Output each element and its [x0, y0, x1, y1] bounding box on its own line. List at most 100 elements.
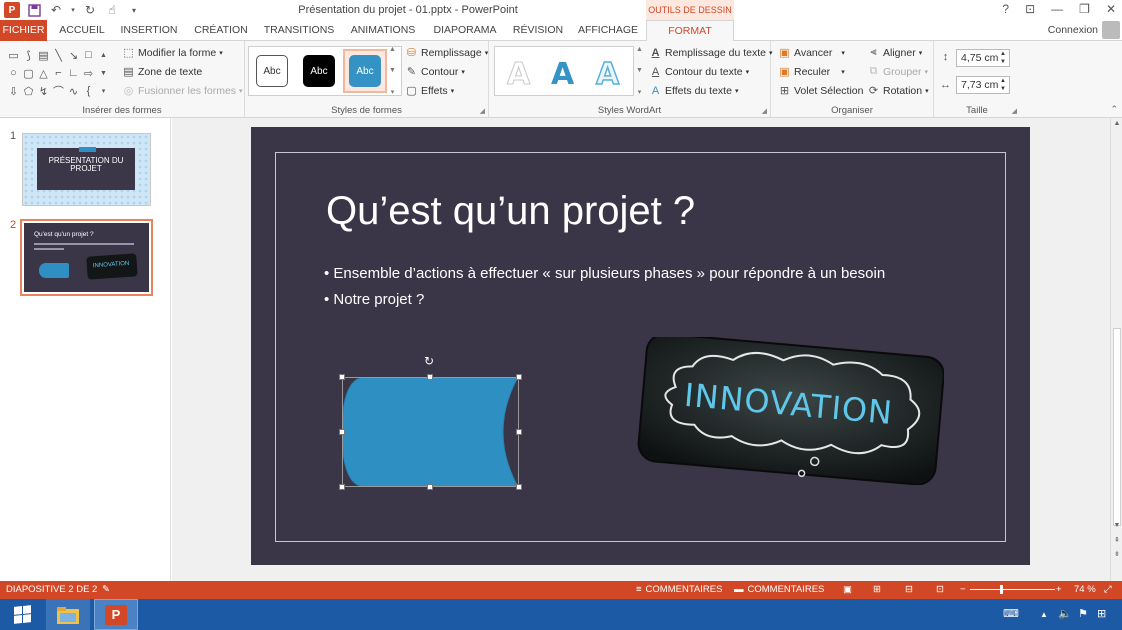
slide-title[interactable]: Qu’est qu’un projet ?	[326, 189, 695, 234]
fit-to-window-icon[interactable]: ⤢	[1104, 584, 1112, 595]
scrollbar-thumb[interactable]	[1113, 328, 1121, 526]
oval-shape-icon[interactable]: ○	[6, 64, 21, 82]
more-styles-icon[interactable]: ▾	[638, 88, 642, 96]
shape-style-black[interactable]: Abc	[303, 55, 335, 87]
shape-outline-button[interactable]: ✎ Contour ▾	[405, 65, 465, 79]
brace-shape-icon[interactable]: {	[81, 82, 96, 100]
text-effects-button[interactable]: A Effets du texte ▾	[649, 84, 739, 97]
show-hidden-icons-icon[interactable]: ▲	[1040, 610, 1048, 619]
send-backward-button[interactable]: ▣ Reculer ▾	[778, 65, 844, 79]
scroll-up-icon[interactable]: ▲	[389, 46, 396, 53]
vertical-textbox-shape-icon[interactable]: ▤	[36, 46, 51, 64]
zoom-in-icon[interactable]: +	[1056, 584, 1062, 595]
tab-fichier[interactable]: FICHIER	[0, 20, 47, 41]
volume-icon[interactable]: 🔈	[1058, 607, 1072, 620]
resize-handle[interactable]	[427, 484, 433, 490]
slide-bullet[interactable]: • Notre projet ?	[324, 291, 424, 308]
resize-handle[interactable]	[516, 484, 522, 490]
keyboard-icon[interactable]: ⌨	[1003, 607, 1019, 620]
network-icon[interactable]: ⊞	[1097, 607, 1106, 620]
more-styles-icon[interactable]: ▾	[391, 88, 395, 96]
dialog-launcher-icon[interactable]: ◢	[762, 107, 767, 115]
action-center-flag-icon[interactable]: ⚑	[1078, 607, 1088, 620]
restore-icon[interactable]: ❐	[1079, 2, 1090, 16]
arc-shape-icon[interactable]: ⌒	[51, 82, 66, 100]
bring-forward-button[interactable]: ▣ Avancer ▾	[778, 46, 845, 60]
notes-button[interactable]: ≡ COMMENTAIRES	[636, 584, 722, 595]
shape-style-white[interactable]: Abc	[256, 55, 288, 87]
block-arrow-right-icon[interactable]: ⇨	[81, 64, 96, 82]
zoom-out-icon[interactable]: −	[960, 584, 966, 595]
user-avatar-icon[interactable]	[1102, 21, 1120, 39]
zoom-slider-thumb[interactable]	[1000, 585, 1003, 594]
text-outline-button[interactable]: A Contour du texte ▾	[649, 65, 749, 78]
tab-transitions[interactable]: TRANSITIONS	[261, 20, 337, 41]
slide-bullet[interactable]: • Ensemble d’actions à effectuer « sur p…	[324, 265, 885, 282]
shape-width-input[interactable]: 7,73 cm ▲ ▼	[956, 76, 1010, 94]
scroll-up-icon[interactable]: ▲	[1111, 120, 1122, 127]
wordart-style-blue[interactable]: A	[551, 57, 574, 92]
tab-diaporama[interactable]: DIAPORAMA	[429, 20, 501, 41]
windows-start-button[interactable]	[0, 599, 44, 630]
textbox-shape-icon[interactable]: ▭	[6, 46, 21, 64]
shape-fill-button[interactable]: ⛁ Remplissage ▾	[405, 46, 488, 60]
shape-style-blue[interactable]: Abc	[349, 55, 381, 87]
scroll-down-icon[interactable]: ▼	[636, 67, 643, 74]
next-slide-icon[interactable]: ⇟	[1111, 550, 1122, 558]
rectangle-shape-icon[interactable]: □	[81, 46, 96, 64]
gallery-down-icon[interactable]: ▼	[96, 64, 111, 82]
sign-in-link[interactable]: Connexion	[1048, 24, 1098, 36]
ribbon-display-options-icon[interactable]: ⊡	[1025, 2, 1035, 16]
spinner-icon[interactable]: ▲ ▼	[1000, 50, 1006, 66]
tab-revision[interactable]: RÉVISION	[509, 20, 567, 41]
normal-view-icon[interactable]: ▣	[843, 584, 852, 595]
slide-thumbnail-1[interactable]: PRÉSENTATION DU PROJET	[22, 133, 151, 206]
collapse-ribbon-icon[interactable]: ⌃	[1110, 104, 1118, 115]
modify-shape-button[interactable]: ⬚ Modifier la forme ▾	[122, 46, 222, 60]
spellcheck-icon[interactable]: ✎	[102, 584, 110, 595]
close-icon[interactable]: ✕	[1106, 2, 1116, 16]
align-button[interactable]: ⫷ Aligner ▾	[867, 46, 922, 59]
rounded-rect-shape-icon[interactable]: ▢	[21, 64, 36, 82]
corner-connector-shape-icon[interactable]: ∟	[66, 64, 81, 82]
wordart-scroll[interactable]: ▲ ▼ ▾	[634, 46, 645, 96]
zoom-slider-track[interactable]	[970, 589, 1055, 590]
spinner-icon[interactable]: ▲ ▼	[1000, 77, 1006, 93]
freeform-shape-icon[interactable]: ⟆	[21, 46, 36, 64]
gallery-more-icon[interactable]: ▾	[96, 82, 111, 100]
shape-height-input[interactable]: 4,75 cm ▲ ▼	[956, 49, 1010, 67]
wordart-style-light[interactable]: A	[595, 56, 620, 93]
shape-styles-scroll[interactable]: ▲ ▼ ▾	[387, 46, 398, 96]
resize-handle[interactable]	[516, 429, 522, 435]
text-fill-button[interactable]: A Remplissage du texte ▾	[649, 46, 773, 59]
dialog-launcher-icon[interactable]: ◢	[480, 107, 485, 115]
gallery-up-icon[interactable]: ▲	[96, 46, 111, 64]
scroll-up-icon[interactable]: ▲	[636, 46, 643, 53]
text-box-button[interactable]: ▤ Zone de texte	[122, 65, 202, 79]
resize-handle[interactable]	[339, 484, 345, 490]
line-shape-icon[interactable]: ╲	[51, 46, 66, 64]
resize-handle[interactable]	[339, 374, 345, 380]
taskbar-powerpoint[interactable]: P	[94, 599, 138, 630]
tab-animations[interactable]: ANIMATIONS	[346, 20, 420, 41]
help-icon[interactable]: ?	[1002, 2, 1009, 16]
rotate-handle-icon[interactable]: ↻	[423, 355, 435, 367]
wave-shape-icon[interactable]: ∿	[66, 82, 81, 100]
vertical-scrollbar[interactable]: ▲ ▼ ⇞ ⇟	[1110, 118, 1122, 581]
wordart-style-outline[interactable]: A	[506, 57, 530, 93]
tab-insertion[interactable]: INSERTION	[117, 20, 181, 41]
dialog-launcher-icon[interactable]: ◢	[1012, 107, 1017, 115]
resize-handle[interactable]	[339, 429, 345, 435]
minimize-icon[interactable]: —	[1051, 2, 1063, 16]
group-button[interactable]: ⧉ Grouper ▾	[867, 65, 928, 78]
scroll-down-icon[interactable]: ▼	[389, 67, 396, 74]
elbow-connector-shape-icon[interactable]: ⌐	[51, 64, 66, 82]
flowchart-shape-icon[interactable]: ⬠	[21, 82, 36, 100]
slide-canvas[interactable]: Qu’est qu’un projet ? • Ensemble d’actio…	[251, 127, 1030, 565]
shapes-gallery[interactable]: ▭ ⟆ ▤ ╲ ↘ □ ▲ ○ ▢ △ ⌐ ∟ ⇨ ▼ ⇩ ⬠ ↯ ⌒ ∿ { …	[6, 46, 111, 100]
merge-shapes-button[interactable]: ◎ Fusionner les formes ▾	[122, 84, 243, 98]
slide-thumbnail-2[interactable]: Qu'est qu'un projet ? INNOVATION	[20, 219, 153, 296]
shape-effects-button[interactable]: ▢ Effets ▾	[405, 84, 454, 98]
slideshow-icon[interactable]: ⊡	[936, 584, 944, 595]
tab-accueil[interactable]: ACCUEIL	[53, 20, 111, 41]
